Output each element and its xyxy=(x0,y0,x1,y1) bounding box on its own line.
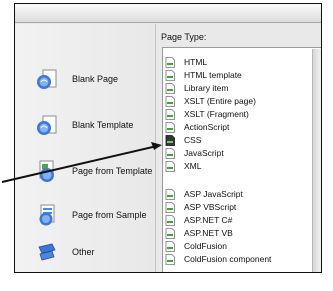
list-item[interactable]: XSLT (Entire page) xyxy=(165,95,256,107)
document-icon xyxy=(165,108,175,120)
blank-template-icon xyxy=(37,115,57,135)
document-icon xyxy=(165,188,175,200)
document-icon xyxy=(165,69,175,81)
list-item[interactable]: XSLT (Fragment) xyxy=(165,108,249,120)
other-icon xyxy=(38,243,56,261)
list-item[interactable]: ASP.NET VB xyxy=(165,227,233,239)
category-sidebar: Blank Page Blank Template Page from Temp… xyxy=(15,24,156,272)
category-label: Page from Sample xyxy=(72,210,147,220)
category-page-from-sample[interactable]: Page from Sample xyxy=(19,200,153,230)
category-blank-template[interactable]: Blank Template xyxy=(19,110,153,140)
category-other[interactable]: Other xyxy=(19,237,153,267)
document-icon xyxy=(165,253,175,265)
list-item[interactable]: ASP VBScript xyxy=(165,201,236,213)
document-icon xyxy=(165,82,175,94)
dialog-titlebar xyxy=(15,4,321,23)
page-from-sample-icon xyxy=(39,204,55,226)
category-blank-page[interactable]: Blank Page xyxy=(19,64,153,94)
list-item[interactable]: Library item xyxy=(165,82,228,94)
category-label: Blank Page xyxy=(72,74,119,84)
list-item[interactable]: ColdFusion component xyxy=(165,253,271,265)
category-label: Page from Template xyxy=(72,166,153,176)
list-item[interactable]: JavaScript xyxy=(165,147,224,159)
document-icon xyxy=(165,160,175,172)
category-label: Other xyxy=(72,247,95,257)
list-item[interactable]: ASP JavaScript xyxy=(165,188,243,200)
blank-page-icon xyxy=(37,69,57,89)
new-document-dialog: Blank Page Blank Template Page from Temp… xyxy=(14,3,322,273)
document-icon xyxy=(165,56,175,68)
document-icon xyxy=(165,201,175,213)
document-icon xyxy=(165,147,175,159)
list-item[interactable]: ActionScript xyxy=(165,121,229,133)
category-label: Blank Template xyxy=(72,120,134,130)
document-icon xyxy=(165,121,175,133)
list-item[interactable]: CSS xyxy=(165,134,201,146)
list-item[interactable]: ASP.NET C# xyxy=(165,214,232,226)
list-item[interactable]: XML xyxy=(165,160,201,172)
category-page-from-template[interactable]: Page from Template xyxy=(19,156,153,186)
page-type-list[interactable]: HTML HTML template Library item XSLT (En… xyxy=(162,47,321,272)
page-type-label: Page Type: xyxy=(161,32,207,42)
document-icon xyxy=(165,240,175,252)
document-icon xyxy=(165,214,175,226)
document-icon xyxy=(165,227,175,239)
page-from-template-icon xyxy=(39,160,54,182)
list-item[interactable]: HTML template xyxy=(165,69,242,81)
list-item[interactable]: ColdFusion xyxy=(165,240,227,252)
document-icon xyxy=(165,95,175,107)
css-document-icon xyxy=(165,134,175,146)
list-scrollbar[interactable] xyxy=(312,49,321,272)
list-item[interactable]: HTML xyxy=(165,56,207,68)
